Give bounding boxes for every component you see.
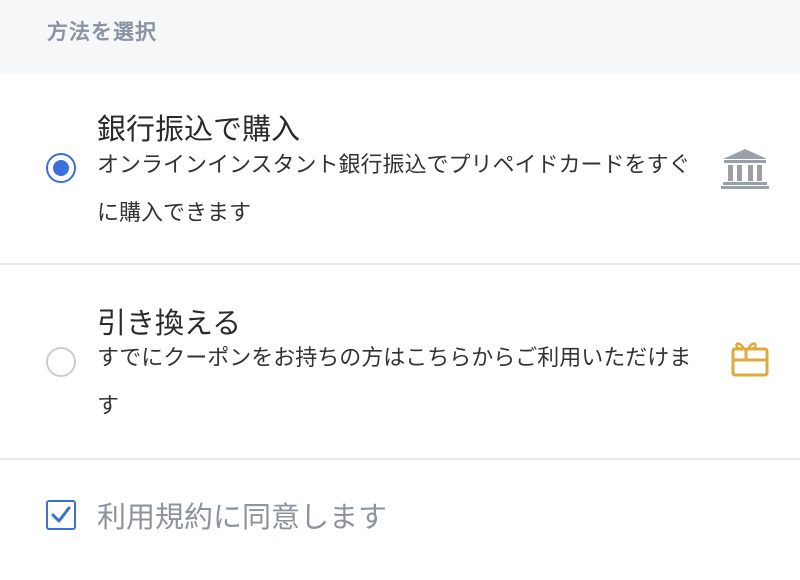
check-icon [51,506,71,523]
option-bank-transfer[interactable]: 銀行振込で購入 オンラインインスタント銀行振込でプリペイドカードをすぐに購入でき… [0,72,800,264]
terms-checkbox[interactable] [46,500,76,530]
section-title: 方法を選択 [47,20,157,44]
option-desc-bank-transfer: オンラインインスタント銀行振込でプリペイドカードをすぐに購入できます [97,153,691,226]
terms-label[interactable]: 利用規約に同意します [97,494,387,536]
gift-card-icon [720,339,770,381]
section-header: 方法を選択 [0,0,800,70]
option-redeem[interactable]: 引き換える すでにクーポンをお持ちの方はこちらからご利用いただけます [0,265,800,458]
bank-icon [720,148,770,190]
radio-redeem[interactable] [46,347,76,377]
option-desc-redeem: すでにクーポンをお持ちの方はこちらからご利用いただけます [97,346,692,419]
radio-bank-transfer[interactable] [46,153,76,183]
terms-agreement: 利用規約に同意します [0,460,800,580]
